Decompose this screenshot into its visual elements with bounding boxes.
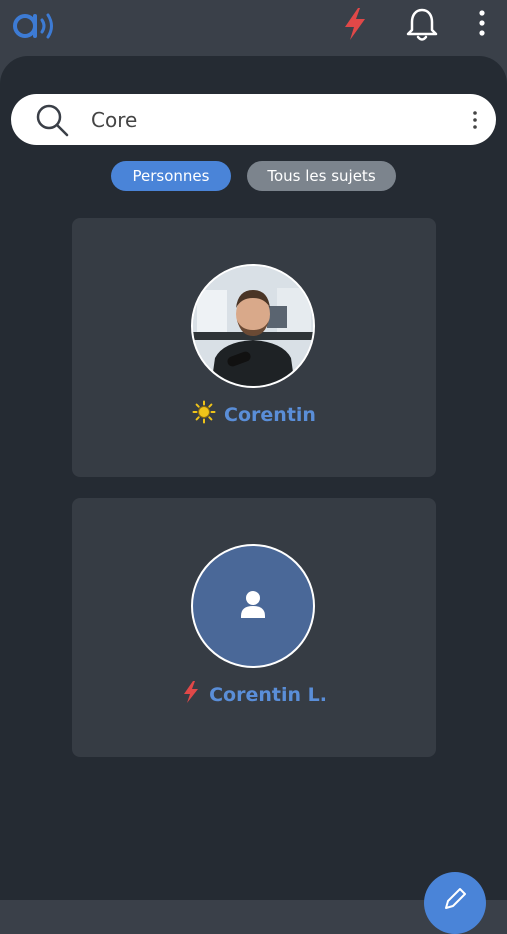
search-options-icon[interactable] [465,106,485,138]
search-input[interactable] [89,102,433,138]
search-icon[interactable] [35,103,71,141]
app-logo-icon[interactable] [12,8,62,48]
avatar-photo [191,264,315,388]
filter-chip-all-topics[interactable]: Tous les sujets [247,161,396,191]
bolt-icon [184,681,199,703]
kebab-menu-icon[interactable] [468,8,496,44]
search-bar [11,94,496,145]
person-icon [241,591,265,618]
compose-icon [445,888,466,909]
sun-icon [192,400,216,424]
top-app-bar [0,0,507,60]
compose-button[interactable] [424,872,486,934]
bell-icon[interactable] [402,6,442,48]
person-name: Corentin L. [72,680,436,708]
person-name-label: Corentin [224,404,316,426]
filter-chip-people[interactable]: Personnes [111,161,231,191]
person-name: Corentin [72,400,436,428]
person-card[interactable]: Corentin [72,218,436,477]
person-name-label: Corentin L. [209,684,327,706]
person-card[interactable]: Corentin L. [72,498,436,757]
bolt-icon[interactable] [338,6,372,46]
avatar-default [191,544,315,668]
